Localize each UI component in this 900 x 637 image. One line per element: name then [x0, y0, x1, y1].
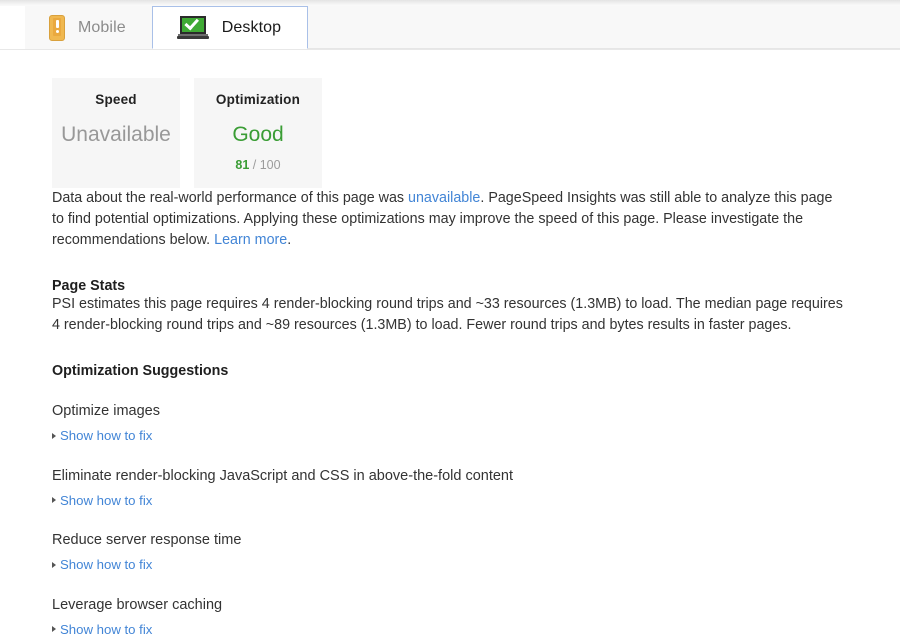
- tab-list: Mobile Desktop: [25, 6, 308, 49]
- suggestion-title: Reduce server response time: [52, 530, 848, 550]
- chevron-right-icon: [52, 562, 56, 568]
- score-card-optimization-value: Good: [194, 123, 322, 147]
- tab-desktop[interactable]: Desktop: [152, 6, 308, 49]
- suggestion-item: Eliminate render-blocking JavaScript and…: [52, 466, 848, 509]
- tab-desktop-label: Desktop: [222, 19, 281, 37]
- laptop-screen: [180, 16, 206, 34]
- laptop-base: [177, 36, 209, 39]
- suggestion-title: Optimize images: [52, 401, 848, 421]
- intro-text-1: Data about the real-world performance of…: [52, 190, 408, 206]
- intro-text-3: .: [287, 232, 291, 248]
- score-card-speed-value: Unavailable: [52, 123, 180, 147]
- laptop-check-icon: [177, 15, 209, 41]
- optimization-suggestions-list: Optimize images Show how to fix Eliminat…: [52, 401, 848, 637]
- score-card-optimization-score: 81 / 100: [194, 158, 322, 172]
- tab-mobile[interactable]: Mobile: [25, 6, 152, 49]
- show-how-to-fix-toggle[interactable]: Show how to fix: [52, 622, 152, 637]
- exclamation-mark: [56, 20, 59, 34]
- show-how-to-fix-label: Show how to fix: [60, 428, 152, 443]
- suggestion-item: Leverage browser caching Show how to fix: [52, 595, 848, 637]
- show-how-to-fix-label: Show how to fix: [60, 493, 152, 508]
- checkmark-icon: [185, 15, 200, 30]
- show-how-to-fix-label: Show how to fix: [60, 557, 152, 572]
- suggestion-item: Optimize images Show how to fix: [52, 401, 848, 444]
- suggestion-title: Leverage browser caching: [52, 595, 848, 615]
- chevron-right-icon: [52, 626, 56, 632]
- optimization-score-total: / 100: [253, 158, 281, 172]
- unavailable-link[interactable]: unavailable: [408, 190, 480, 206]
- tab-bar: Mobile Desktop: [0, 6, 900, 50]
- page-stats-heading: Page Stats: [52, 278, 848, 294]
- optimization-score-number: 81: [235, 158, 249, 172]
- score-card-optimization: Optimization Good 81 / 100: [194, 78, 322, 188]
- score-card-speed: Speed Unavailable: [52, 78, 180, 188]
- learn-more-link[interactable]: Learn more: [214, 232, 287, 248]
- show-how-to-fix-toggle[interactable]: Show how to fix: [52, 493, 152, 508]
- main-content: Speed Unavailable Optimization Good 81 /…: [0, 78, 900, 637]
- score-card-optimization-title: Optimization: [194, 92, 322, 107]
- show-how-to-fix-toggle[interactable]: Show how to fix: [52, 428, 152, 443]
- intro-paragraph: Data about the real-world performance of…: [52, 188, 848, 251]
- score-card-speed-title: Speed: [52, 92, 180, 107]
- suggestion-title: Eliminate render-blocking JavaScript and…: [52, 466, 848, 486]
- suggestion-item: Reduce server response time Show how to …: [52, 530, 848, 573]
- page-stats-text: PSI estimates this page requires 4 rende…: [52, 294, 848, 336]
- chevron-right-icon: [52, 497, 56, 503]
- show-how-to-fix-label: Show how to fix: [60, 622, 152, 637]
- tab-mobile-label: Mobile: [78, 19, 126, 37]
- optimization-suggestions-heading: Optimization Suggestions: [52, 363, 848, 379]
- show-how-to-fix-toggle[interactable]: Show how to fix: [52, 557, 152, 572]
- chevron-right-icon: [52, 433, 56, 439]
- mobile-phone-warning-icon: [49, 15, 65, 41]
- score-cards: Speed Unavailable Optimization Good 81 /…: [52, 78, 848, 188]
